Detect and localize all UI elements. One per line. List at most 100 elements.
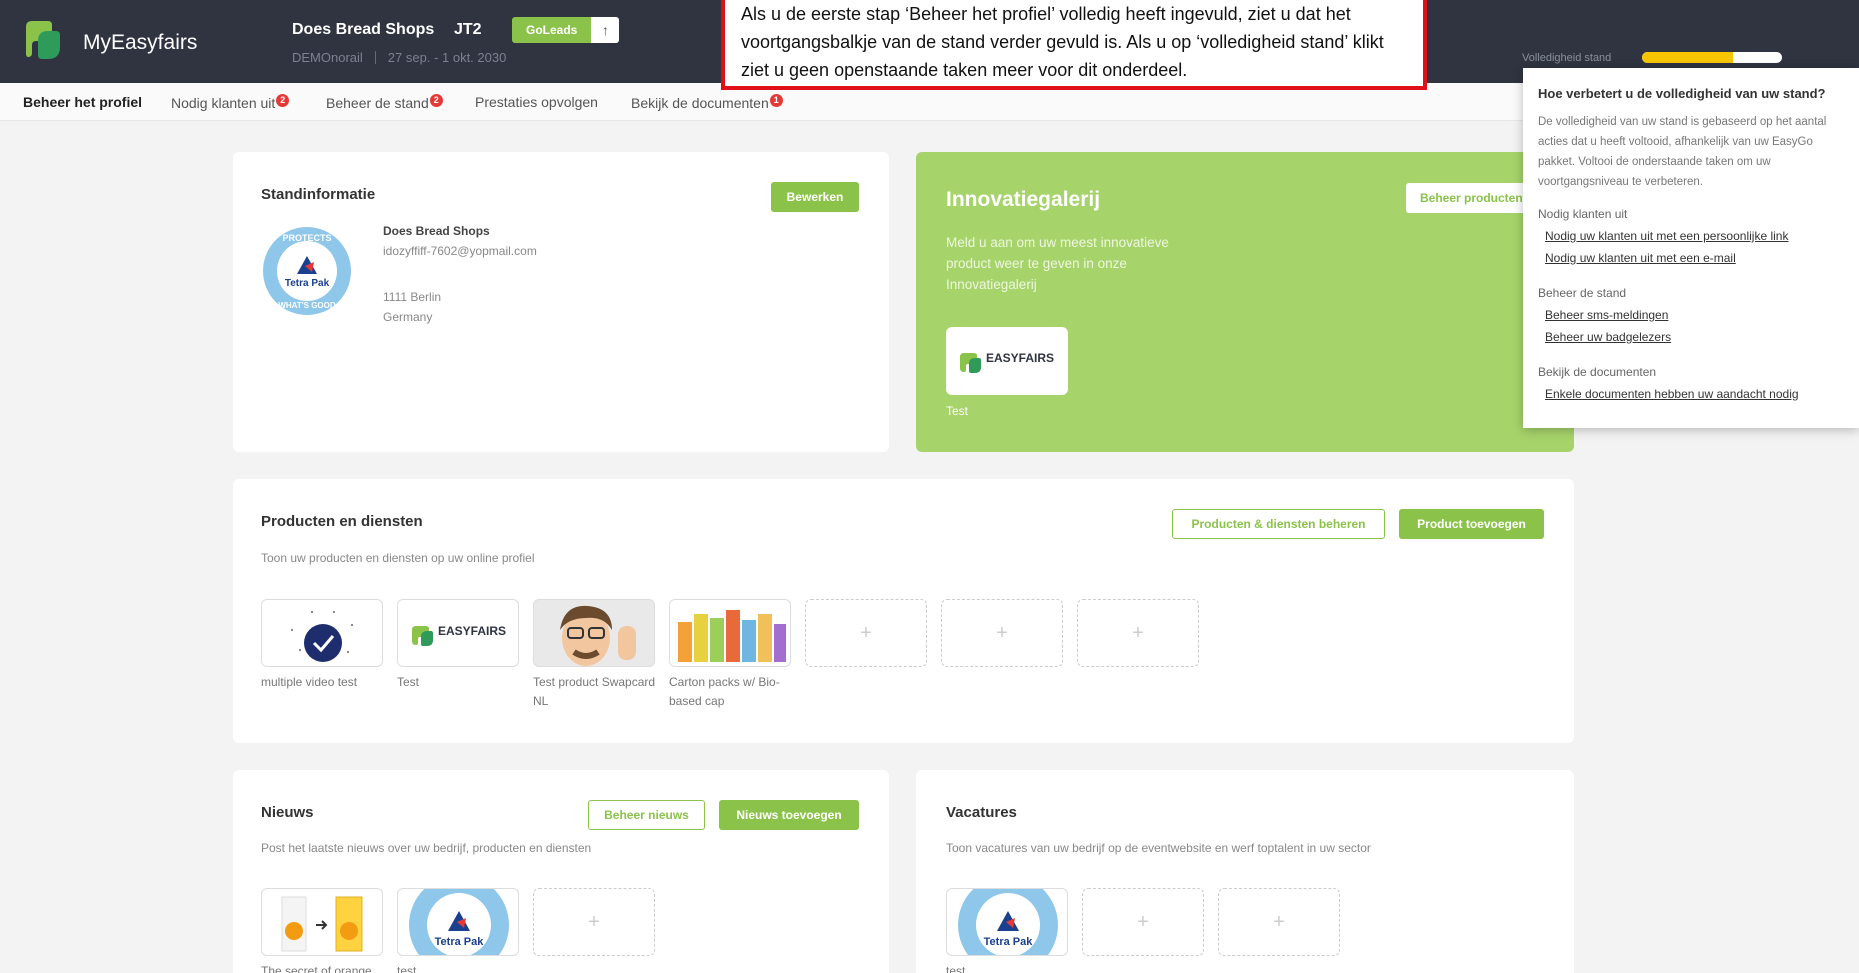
logo-brand: Tetra Pak [984, 936, 1034, 948]
documents-attention-link[interactable]: Enkele documenten hebben uw aandacht nod… [1545, 387, 1799, 401]
card-subtitle: Toon vacatures van uw bedrijf op de even… [946, 841, 1371, 855]
nav-label: Nodig klanten uit [171, 95, 276, 111]
manage-products-button[interactable]: Beheer producten [1406, 183, 1537, 213]
product-label: multiple video test [261, 675, 358, 689]
card-title: Producten en diensten [261, 513, 423, 530]
manage-badge-readers-link[interactable]: Beheer uw badgelezers [1545, 330, 1671, 344]
progress-fill [1642, 52, 1733, 63]
easyfairs-logo-icon[interactable] [22, 17, 66, 61]
innovation-item-thumbnail[interactable]: EASYFAIRS [946, 327, 1068, 395]
stand-country: Germany [383, 310, 433, 324]
nav-item-performance[interactable]: Prestaties opvolgen [475, 94, 598, 110]
news-card: Nieuws Post het laatste nieuws over uw b… [233, 770, 889, 973]
logo-brand: Tetra Pak [435, 936, 485, 948]
logo-word: EASYFAIRS [986, 351, 1054, 365]
instruction-callout: Als u de eerste stap ‘Beheer het profiel… [721, 0, 1427, 90]
innovation-item-label: Test [946, 404, 969, 418]
goleads-label[interactable]: GoLeads [512, 17, 592, 43]
tetra-pak-logo: PROTECTS WHAT'S GOOD Tetra Pak [263, 227, 351, 315]
event-name: DEMOnorail [292, 50, 363, 65]
innovation-gallery-card: Innovatiegalerij Meld u aan om uw meest … [916, 152, 1574, 452]
callout-text: Als u de eerste stap ‘Beheer het profiel… [741, 4, 1384, 80]
invite-email-link[interactable]: Nodig uw klanten uit met een e-mail [1545, 251, 1736, 265]
card-title: Vacatures [946, 804, 1017, 821]
notification-badge: 1 [769, 94, 783, 107]
logo-text-bottom: WHAT'S GOOD [278, 301, 336, 310]
stand-city: 1111 Berlin [383, 290, 442, 304]
nav-item-documents[interactable]: Bekijk de documenten 1 [631, 94, 783, 111]
card-title: Nieuws [261, 804, 314, 821]
manage-news-button[interactable]: Beheer nieuws [588, 800, 705, 830]
popover-section-title: Nodig klanten uit [1538, 207, 1628, 221]
product-thumbnail[interactable] [669, 599, 791, 667]
news-thumbnail[interactable]: Tetra Pak [397, 888, 519, 956]
app-name[interactable]: MyEasyfairs [83, 31, 197, 55]
edit-button[interactable]: Bewerken [771, 182, 859, 212]
event-info: DEMOnorail 27 sep. - 1 okt. 2030 [292, 50, 506, 65]
notification-badge: 2 [429, 94, 443, 107]
stand-code: JT2 [454, 21, 482, 38]
completeness-popover: Hoe verbetert u de volledigheid van uw s… [1523, 68, 1859, 428]
product-label: Carton packs w/ Bio-based cap [669, 675, 780, 708]
product-thumbnail[interactable] [533, 599, 655, 667]
nav-item-manage-stand[interactable]: Beheer de stand 2 [326, 94, 443, 111]
notification-badge: 2 [276, 94, 290, 107]
orange-juice-image [281, 896, 363, 952]
goleads-button[interactable]: GoLeads ↑ [512, 17, 620, 43]
card-subtitle: Toon uw producten en diensten op uw onli… [261, 551, 535, 565]
add-vacancy-placeholder[interactable]: + [1082, 888, 1204, 956]
divider [374, 51, 376, 64]
vacancy-label: test [946, 964, 966, 973]
product-label: Test [397, 675, 420, 689]
product-label: Test product Swapcard NL [533, 675, 656, 708]
add-product-button[interactable]: Product toevoegen [1399, 509, 1544, 539]
card-subtitle: Post het laatste nieuws over uw bedrijf,… [261, 841, 592, 855]
add-news-placeholder[interactable]: + [533, 888, 655, 956]
carton-packs-image [678, 610, 786, 662]
nav-item-manage-profile[interactable]: Beheer het profiel [23, 94, 142, 110]
nav-item-invite-customers[interactable]: Nodig klanten uit 2 [171, 94, 290, 111]
card-title: Standinformatie [261, 186, 376, 203]
arrow-up-icon[interactable]: ↑ [591, 17, 620, 43]
nav-label: Prestaties opvolgen [475, 94, 598, 110]
nav-label: Beheer het profiel [23, 94, 143, 110]
stand-info-card: Standinformatie Bewerken PROTECTS WHAT'S… [233, 152, 889, 452]
add-product-placeholder[interactable]: + [805, 599, 927, 667]
completeness-label[interactable]: Volledigheid stand [1522, 52, 1611, 64]
logo-text-top: PROTECTS [282, 233, 331, 243]
stand-company: Does Bread Shops [383, 224, 490, 238]
logo-brand: Tetra Pak [285, 278, 330, 289]
card-title: Innovatiegalerij [946, 188, 1101, 211]
logo-word: EASYFAIRS [438, 624, 506, 638]
products-services-card: Producten en diensten Toon uw producten … [233, 479, 1574, 743]
check-icon [291, 611, 353, 662]
nav-label: Bekijk de documenten [631, 95, 769, 111]
popover-section-title: Beheer de stand [1538, 286, 1627, 300]
add-news-button[interactable]: Nieuws toevoegen [719, 800, 859, 830]
vacancy-thumbnail[interactable]: Tetra Pak [946, 888, 1068, 956]
add-vacancy-placeholder[interactable]: + [1218, 888, 1340, 956]
nav-label: Beheer de stand [326, 95, 429, 111]
company-name: Does Bread Shops [292, 21, 435, 38]
event-dates: 27 sep. - 1 okt. 2030 [387, 50, 507, 65]
product-thumbnail[interactable] [261, 599, 383, 667]
popover-title: Hoe verbetert u de volledigheid van uw s… [1538, 86, 1826, 101]
avatar-image [560, 605, 636, 666]
add-product-placeholder[interactable]: + [1077, 599, 1199, 667]
completeness-progress-bar[interactable] [1642, 52, 1782, 63]
popover-description: De volledigheid van uw stand is gebaseer… [1538, 116, 1827, 188]
invite-personal-link[interactable]: Nodig uw klanten uit met een persoonlijk… [1545, 229, 1788, 243]
vacancies-card: Vacatures Toon vacatures van uw bedrijf … [916, 770, 1574, 973]
manage-sms-link[interactable]: Beheer sms-meldingen [1545, 308, 1668, 322]
tetra-pak-logo: Tetra Pak [409, 889, 509, 955]
news-label: The secret of orange [261, 964, 372, 973]
easyfairs-product-logo: EASYFAIRS [960, 351, 1054, 373]
stand-email: idozyffiff-7602@yopmail.com [383, 244, 537, 258]
manage-products-services-button[interactable]: Producten & diensten beheren [1172, 509, 1385, 539]
tetra-pak-logo: Tetra Pak [958, 889, 1058, 955]
news-thumbnail[interactable] [261, 888, 383, 956]
add-product-placeholder[interactable]: + [941, 599, 1063, 667]
popover-section-title: Bekijk de documenten [1538, 365, 1657, 379]
news-label: test [397, 964, 417, 973]
product-thumbnail[interactable]: EASYFAIRS [397, 599, 519, 667]
